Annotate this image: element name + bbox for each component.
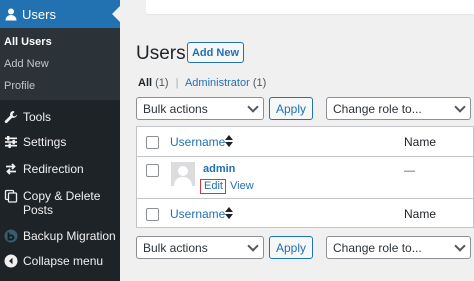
- add-new-button[interactable]: Add New: [187, 42, 244, 63]
- filter-administrator-count: (1): [252, 77, 267, 89]
- chevron-down-icon: [247, 101, 259, 113]
- page-title: Users: [136, 43, 186, 64]
- avatar: [171, 162, 195, 186]
- edit-link[interactable]: Edit: [204, 180, 223, 192]
- view-link[interactable]: View: [230, 180, 254, 192]
- column-username-sortable-footer[interactable]: Username: [170, 207, 225, 221]
- column-username-sortable[interactable]: Username: [170, 135, 225, 149]
- sidebar-item-label: Users: [22, 6, 56, 22]
- sidebar-item-label: Backup Migration: [23, 229, 116, 243]
- sidebar-item-label: Settings: [23, 135, 67, 149]
- sidebar-item-label: Redirection: [23, 162, 84, 176]
- copy-icon: [4, 189, 18, 203]
- submenu-profile[interactable]: Profile: [4, 80, 35, 92]
- collapse-icon: [4, 254, 18, 268]
- users-icon: [5, 8, 17, 21]
- chevron-down-icon: [454, 101, 466, 113]
- select-all-checkbox-footer[interactable]: [146, 208, 159, 221]
- admin-sidebar: Users All Users Add New Profile Tools Se…: [0, 0, 120, 281]
- sidebar-item-label: Collapse menu: [23, 254, 104, 268]
- users-table: Username Name admin Edit View — Username…: [136, 126, 474, 228]
- sidebar-item-copy-delete-posts[interactable]: Copy & Delete Posts: [0, 189, 120, 217]
- bulk-actions-select-top[interactable]: Bulk actions: [136, 97, 264, 120]
- change-role-select-top[interactable]: Change role to...: [326, 97, 471, 120]
- sidebar-item-label: Copy & Delete: [23, 189, 101, 203]
- user-role-filters: All (1) | Administrator (1): [138, 77, 266, 89]
- column-name: Name: [404, 135, 437, 149]
- sidebar-item-users[interactable]: Users: [0, 0, 120, 28]
- backup-migration-icon: [4, 229, 18, 243]
- bulk-actions-value: Bulk actions: [143, 240, 208, 255]
- current-menu-arrow: [112, 6, 120, 22]
- apply-button-top[interactable]: Apply: [269, 97, 313, 120]
- sidebar-item-label: Tools: [23, 110, 52, 124]
- filter-all-count: (1): [155, 77, 169, 89]
- settings-sliders-icon: [5, 136, 17, 148]
- column-name-footer: Name: [404, 207, 437, 221]
- submenu-add-new[interactable]: Add New: [4, 58, 49, 70]
- submenu-all-users[interactable]: All Users: [4, 36, 52, 48]
- avatar-placeholder-icon: [171, 162, 195, 186]
- sort-icon: [225, 135, 233, 147]
- top-notice-box: [146, 0, 474, 14]
- change-role-select-bottom[interactable]: Change role to...: [326, 236, 471, 259]
- chevron-down-icon: [454, 240, 466, 252]
- change-role-value: Change role to...: [333, 240, 422, 255]
- select-all-checkbox[interactable]: [146, 136, 159, 149]
- filter-all[interactable]: All: [138, 77, 152, 89]
- wrench-icon: [4, 111, 17, 124]
- bulk-actions-select-bottom[interactable]: Bulk actions: [136, 236, 264, 259]
- username-link[interactable]: admin: [203, 163, 235, 175]
- chevron-down-icon: [247, 240, 259, 252]
- apply-button-bottom[interactable]: Apply: [269, 236, 313, 259]
- redirection-icon: [6, 163, 16, 175]
- filter-administrator[interactable]: Administrator: [185, 77, 250, 89]
- row-checkbox[interactable]: [146, 164, 159, 177]
- users-submenu: All Users Add New Profile: [0, 28, 120, 100]
- table-header: Username Name: [137, 127, 474, 157]
- sort-icon: [225, 207, 233, 219]
- change-role-value: Change role to...: [333, 101, 422, 116]
- filter-separator: |: [175, 77, 179, 89]
- sidebar-item-label-line2: Posts: [23, 203, 54, 217]
- bulk-actions-value: Bulk actions: [143, 101, 208, 116]
- name-value: —: [404, 165, 415, 177]
- table-footer: Username Name: [137, 198, 474, 228]
